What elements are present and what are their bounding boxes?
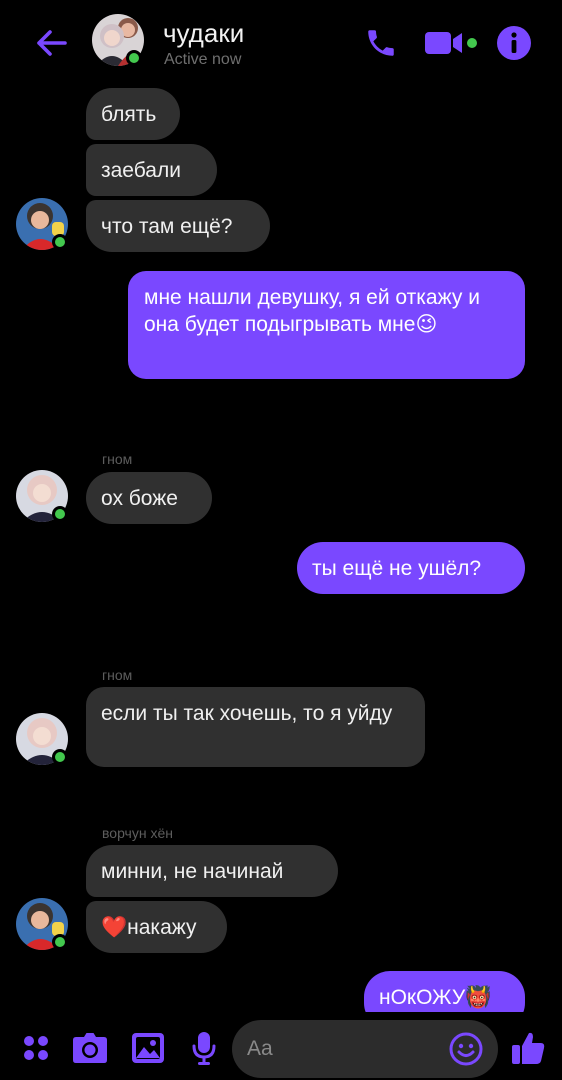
online-indicator bbox=[126, 50, 142, 66]
thumbs-up-icon bbox=[512, 1032, 545, 1064]
back-arrow-icon bbox=[37, 30, 67, 56]
message-bubble[interactable]: мне нашли девушку, я ей откажу и она буд… bbox=[128, 271, 525, 379]
sender-name: гном bbox=[102, 667, 133, 683]
online-indicator bbox=[52, 749, 68, 765]
phone-icon bbox=[368, 30, 394, 56]
camera-button[interactable] bbox=[72, 1030, 108, 1066]
sender-name: ворчун хён bbox=[102, 825, 173, 841]
video-camera-icon bbox=[425, 32, 477, 54]
message-bubble[interactable]: что там ещё? bbox=[86, 200, 270, 252]
chat-status: Active now bbox=[164, 51, 242, 68]
sender-avatar[interactable] bbox=[16, 713, 68, 765]
message-bubble[interactable]: блять bbox=[86, 88, 180, 140]
sender-avatar[interactable] bbox=[16, 898, 68, 950]
info-button[interactable] bbox=[494, 22, 534, 64]
emoji-icon bbox=[449, 1032, 483, 1066]
sender-avatar[interactable] bbox=[16, 470, 68, 522]
chat-header: чудаки Active now bbox=[0, 0, 562, 84]
camera-icon bbox=[73, 1033, 107, 1063]
sender-avatar[interactable] bbox=[16, 198, 68, 250]
like-button[interactable] bbox=[508, 1030, 548, 1066]
sender-name: гном bbox=[102, 451, 133, 467]
back-button[interactable] bbox=[30, 22, 72, 64]
call-button[interactable] bbox=[360, 22, 402, 64]
online-indicator bbox=[52, 234, 68, 250]
gallery-icon bbox=[132, 1033, 164, 1063]
apps-grid-icon bbox=[24, 1036, 48, 1060]
apps-button[interactable] bbox=[18, 1030, 54, 1066]
group-avatar[interactable] bbox=[92, 14, 144, 66]
info-icon bbox=[497, 26, 531, 60]
gallery-button[interactable] bbox=[130, 1030, 166, 1066]
online-indicator bbox=[52, 934, 68, 950]
message-bubble[interactable]: минни, не начинай bbox=[86, 845, 338, 897]
online-indicator bbox=[52, 506, 68, 522]
message-bubble[interactable]: заебали bbox=[86, 144, 217, 196]
message-bubble[interactable]: ох боже bbox=[86, 472, 212, 524]
video-call-button[interactable] bbox=[422, 22, 482, 64]
message-bubble[interactable]: если ты так хочешь, то я уйду bbox=[86, 687, 425, 767]
voice-message-button[interactable] bbox=[186, 1030, 222, 1066]
message-input[interactable] bbox=[247, 1020, 447, 1078]
chat-title[interactable]: чудаки bbox=[163, 18, 244, 49]
microphone-icon bbox=[192, 1032, 216, 1065]
message-bubble[interactable]: ❤️накажу bbox=[86, 901, 227, 953]
message-input-container[interactable] bbox=[232, 1020, 498, 1078]
emoji-button[interactable] bbox=[449, 1032, 483, 1066]
message-bubble[interactable]: ты ещё не ушёл? bbox=[297, 542, 525, 594]
